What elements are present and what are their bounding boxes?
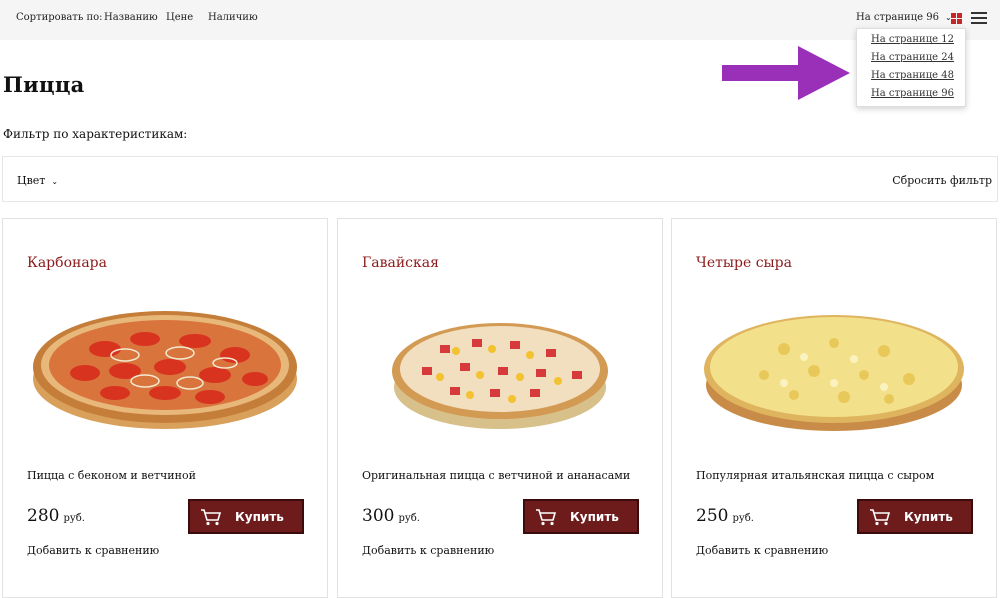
list-view-icon[interactable]	[971, 12, 987, 25]
price-value: 280	[27, 506, 60, 526]
cart-icon	[870, 509, 891, 526]
filter-panel: Цвет ⌄ Сбросить фильтр	[2, 156, 998, 202]
pizza-image[interactable]	[360, 279, 640, 455]
filter-color-label: Цвет	[17, 174, 46, 187]
annotation-arrow-icon	[722, 46, 850, 100]
per-page-select[interactable]: На странице 96 ⌄	[856, 12, 952, 23]
per-page-option-24[interactable]: На странице 24	[871, 52, 954, 63]
buy-button[interactable]: Купить	[857, 499, 973, 534]
page-title: Пицца	[3, 72, 85, 97]
per-page-current: На странице 96	[856, 12, 939, 23]
price-value: 250	[696, 506, 729, 526]
per-page-option-12[interactable]: На странице 12	[871, 34, 954, 45]
product-name[interactable]: Гавайская	[362, 255, 439, 271]
add-to-compare-link[interactable]: Добавить к сравнению	[362, 544, 494, 557]
sort-by-availability[interactable]: Наличию	[208, 12, 258, 23]
reset-filter-link[interactable]: Сбросить фильтр	[892, 174, 992, 187]
add-to-compare-link[interactable]: Добавить к сравнению	[696, 544, 828, 557]
product-description: Пицца с беконом и ветчиной	[27, 469, 196, 482]
price-value: 300	[362, 506, 395, 526]
product-description: Оригинальная пицца с ветчиной и ананасам…	[362, 469, 631, 482]
filter-color-dropdown[interactable]: Цвет ⌄	[17, 174, 58, 187]
price-currency: руб.	[63, 513, 85, 524]
price-currency: руб.	[398, 513, 420, 524]
per-page-option-96[interactable]: На странице 96	[871, 88, 954, 99]
sort-by-price[interactable]: Цене	[166, 12, 193, 23]
buy-button[interactable]: Купить	[523, 499, 639, 534]
product-card: Карбонара Пицца с беконом и ветчиной 280…	[2, 218, 328, 598]
price-currency: руб.	[732, 513, 754, 524]
product-price: 250 руб.	[696, 506, 754, 526]
product-price: 300 руб.	[362, 506, 420, 526]
sort-bar: Сортировать по: Названию Цене Наличию На…	[0, 0, 1000, 40]
grid-view-icon[interactable]	[951, 13, 962, 24]
product-name[interactable]: Четыре сыра	[696, 255, 792, 271]
sort-label: Сортировать по:	[16, 12, 103, 23]
pizza-image[interactable]	[25, 279, 305, 455]
cart-icon	[201, 509, 222, 526]
filter-label: Фильтр по характеристикам:	[3, 127, 188, 141]
add-to-compare-link[interactable]: Добавить к сравнению	[27, 544, 159, 557]
buy-button[interactable]: Купить	[188, 499, 304, 534]
product-description: Популярная итальянская пицца с сыром	[696, 469, 935, 482]
chevron-down-icon: ⌄	[51, 177, 59, 186]
buy-label: Купить	[904, 510, 953, 524]
product-card: Гавайская Оригинальная пицца с ветчиной …	[337, 218, 663, 598]
buy-label: Купить	[235, 510, 284, 524]
buy-label: Купить	[570, 510, 619, 524]
sort-by-name[interactable]: Названию	[104, 12, 158, 23]
product-price: 280 руб.	[27, 506, 85, 526]
cart-icon	[536, 509, 557, 526]
product-name[interactable]: Карбонара	[27, 255, 107, 271]
per-page-dropdown: На странице 12 На странице 24 На страниц…	[856, 28, 966, 107]
per-page-option-48[interactable]: На странице 48	[871, 70, 954, 81]
pizza-image[interactable]	[694, 279, 974, 455]
product-card: Четыре сыра Популярная итальянская пицца…	[671, 218, 997, 598]
